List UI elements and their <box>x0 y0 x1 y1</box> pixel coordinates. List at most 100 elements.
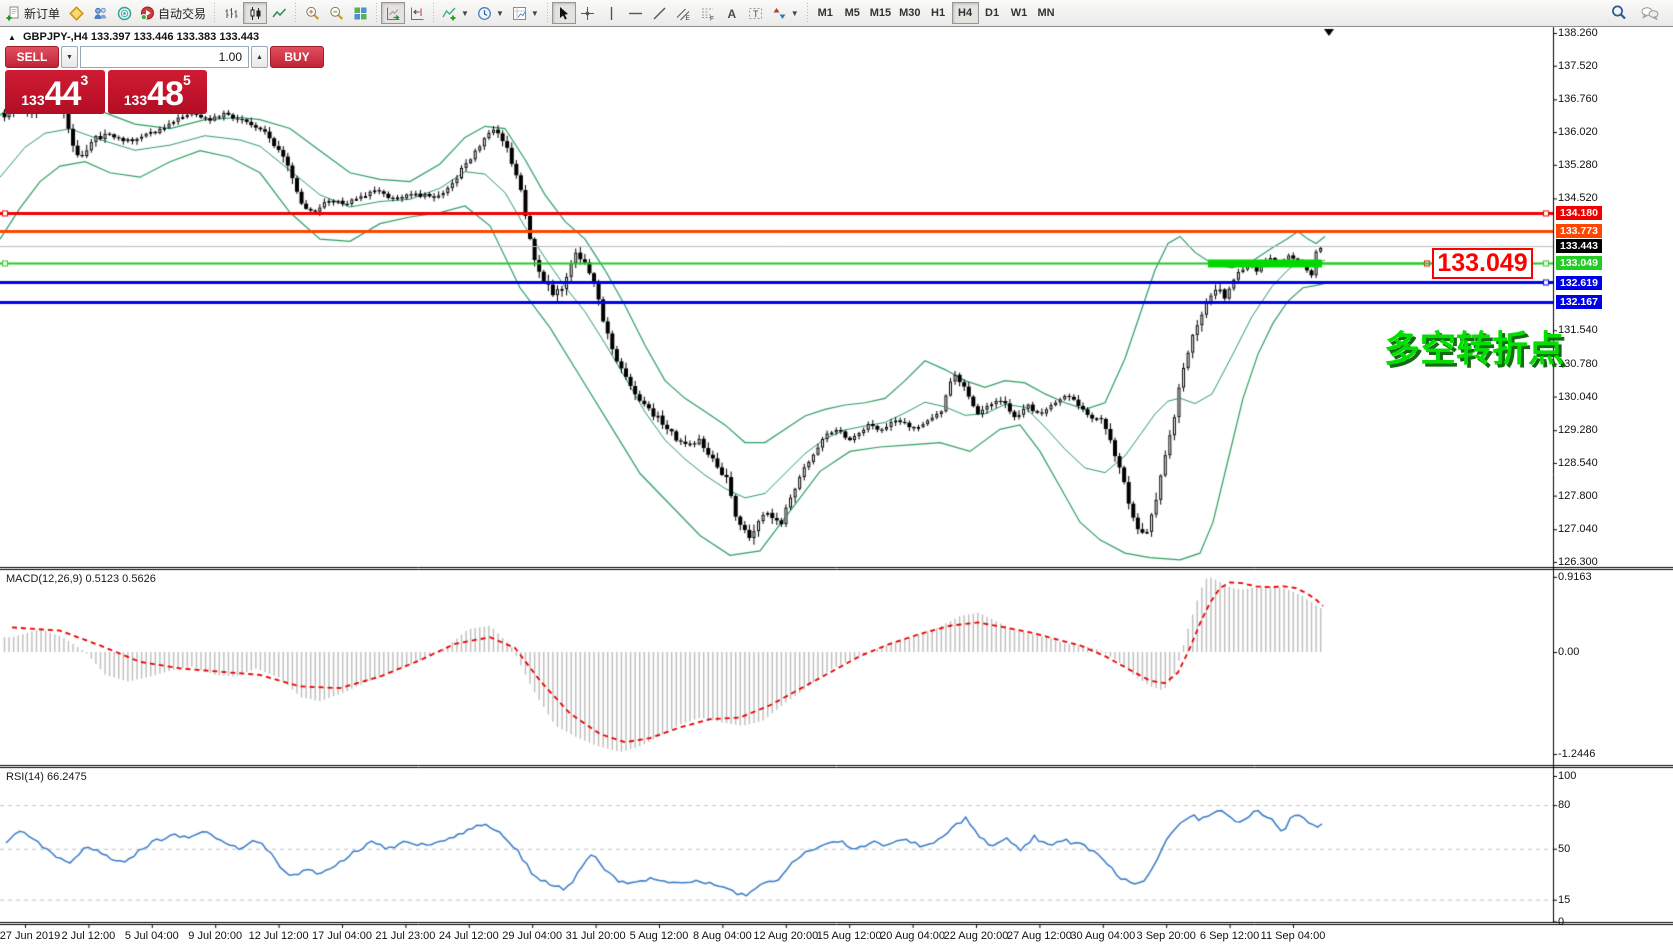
autotrading-label: 自动交易 <box>158 5 206 22</box>
chart-shift-button[interactable] <box>405 2 429 24</box>
timeframe-w1[interactable]: W1 <box>1006 2 1033 24</box>
symbol-ohlc: 133.397 133.446 133.383 133.443 <box>91 31 259 43</box>
equidistant-channel-icon: E <box>676 6 691 21</box>
clock-icon <box>477 6 492 21</box>
add-indicator-icon <box>442 6 457 21</box>
toolbar-separator <box>212 3 217 23</box>
timeframe-m15[interactable]: M15 <box>866 2 895 24</box>
toolbar-separator <box>431 3 436 23</box>
vertical-line-icon <box>604 6 619 21</box>
buy-price-prefix: 133 <box>124 92 147 108</box>
fibonacci-icon: F <box>700 6 715 21</box>
price-annotation-box[interactable]: 133.049 <box>1432 248 1533 279</box>
new-order-button[interactable]: 新订单 <box>2 2 64 24</box>
indicators-button[interactable]: ▼ <box>438 2 473 24</box>
horizontal-line-button[interactable] <box>624 2 648 24</box>
turning-point-annotation[interactable]: 多空转折点 <box>1384 320 1564 372</box>
collapse-triangle-icon: ▲ <box>8 33 16 42</box>
buy-button[interactable]: BUY <box>270 46 324 68</box>
signals-button[interactable] <box>112 2 136 24</box>
sell-price-big: 44 <box>45 77 81 111</box>
timeframe-mn[interactable]: MN <box>1033 2 1060 24</box>
chat-bubbles-icon <box>1641 6 1659 21</box>
arrows-button[interactable]: ▼ <box>768 2 803 24</box>
chart-line-button[interactable] <box>267 2 291 24</box>
vertical-line-button[interactable] <box>600 2 624 24</box>
dropdown-arrow-icon: ▼ <box>461 9 469 18</box>
line-chart-icon <box>272 6 287 21</box>
svg-text:E: E <box>686 15 691 21</box>
cursor-arrow-icon <box>556 6 571 21</box>
community-button[interactable] <box>88 2 112 24</box>
horizontal-line-icon <box>628 6 643 21</box>
sell-button[interactable]: SELL <box>5 46 59 68</box>
toolbar-separator <box>805 3 810 23</box>
chart-shift-icon <box>410 6 425 21</box>
timeframe-m30[interactable]: M30 <box>895 2 924 24</box>
signals-icon <box>117 6 132 21</box>
trendline-icon <box>652 6 667 21</box>
svg-text:T: T <box>753 9 759 19</box>
buy-price-panel[interactable]: 133485 <box>108 70 208 114</box>
dropdown-arrow-icon: ▼ <box>531 9 539 18</box>
buy-price-pip: 5 <box>183 72 191 88</box>
auto-scroll-button[interactable] <box>381 2 405 24</box>
timeframe-h4[interactable]: H4 <box>952 2 979 24</box>
timeframe-d1[interactable]: D1 <box>979 2 1006 24</box>
autotrading-button[interactable]: 自动交易 <box>136 2 210 24</box>
text-label-icon: T <box>748 6 763 21</box>
volume-up-button[interactable]: ▲ <box>251 46 268 68</box>
search-icon <box>1611 5 1627 21</box>
sell-price-pip: 3 <box>80 72 88 88</box>
channel-button[interactable]: E <box>672 2 696 24</box>
svg-text:A: A <box>728 7 737 21</box>
tile-windows-icon <box>353 6 368 21</box>
toolbar-separator <box>374 3 379 23</box>
chart-canvas[interactable] <box>0 0 1673 948</box>
buy-price-big: 48 <box>147 77 183 111</box>
template-icon <box>512 6 527 21</box>
toolbar-separator <box>293 3 298 23</box>
search-button[interactable] <box>1607 2 1631 24</box>
zoom-out-button[interactable] <box>324 2 348 24</box>
auto-scroll-icon <box>386 6 401 21</box>
zoom-in-icon <box>305 6 320 21</box>
volume-down-button[interactable]: ▼ <box>61 46 78 68</box>
timeframe-m1[interactable]: M1 <box>812 2 839 24</box>
text-label-button[interactable]: T <box>744 2 768 24</box>
new-order-icon <box>6 6 21 21</box>
main-toolbar: 新订单 自动交易 <box>0 0 1673 27</box>
chart-bars-button[interactable] <box>219 2 243 24</box>
bar-chart-icon <box>224 6 239 21</box>
timeframe-m5[interactable]: M5 <box>839 2 866 24</box>
tile-windows-button[interactable] <box>348 2 372 24</box>
templates-button[interactable]: ▼ <box>508 2 543 24</box>
crosshair-icon <box>580 6 595 21</box>
gold-diamond-icon <box>69 6 84 21</box>
svg-text:F: F <box>710 15 714 21</box>
trendline-button[interactable] <box>648 2 672 24</box>
market-button[interactable] <box>64 2 88 24</box>
chat-button[interactable] <box>1637 2 1663 24</box>
zoom-in-button[interactable] <box>300 2 324 24</box>
fibonacci-button[interactable]: F <box>696 2 720 24</box>
periods-button[interactable]: ▼ <box>473 2 508 24</box>
autotrading-icon <box>140 6 155 21</box>
volume-input[interactable] <box>80 46 249 68</box>
cursor-button[interactable] <box>552 2 576 24</box>
community-people-icon <box>93 6 108 21</box>
candlestick-chart-icon <box>248 6 263 21</box>
sell-price-prefix: 133 <box>21 92 44 108</box>
rsi-pane-label: RSI(14) 66.2475 <box>6 771 87 783</box>
crosshair-button[interactable] <box>576 2 600 24</box>
sell-price-panel[interactable]: 133443 <box>5 70 105 114</box>
zoom-out-icon <box>329 6 344 21</box>
macd-pane-label: MACD(12,26,9) 0.5123 0.5626 <box>6 573 156 585</box>
text-a-icon: A <box>724 6 739 21</box>
arrow-objects-icon <box>772 6 787 21</box>
text-button[interactable]: A <box>720 2 744 24</box>
symbol-name: GBPJPY-,H4 <box>23 31 88 43</box>
chart-candles-button[interactable] <box>243 2 267 24</box>
symbol-info[interactable]: ▲ GBPJPY-,H4 133.397 133.446 133.383 133… <box>8 31 259 43</box>
timeframe-h1[interactable]: H1 <box>925 2 952 24</box>
